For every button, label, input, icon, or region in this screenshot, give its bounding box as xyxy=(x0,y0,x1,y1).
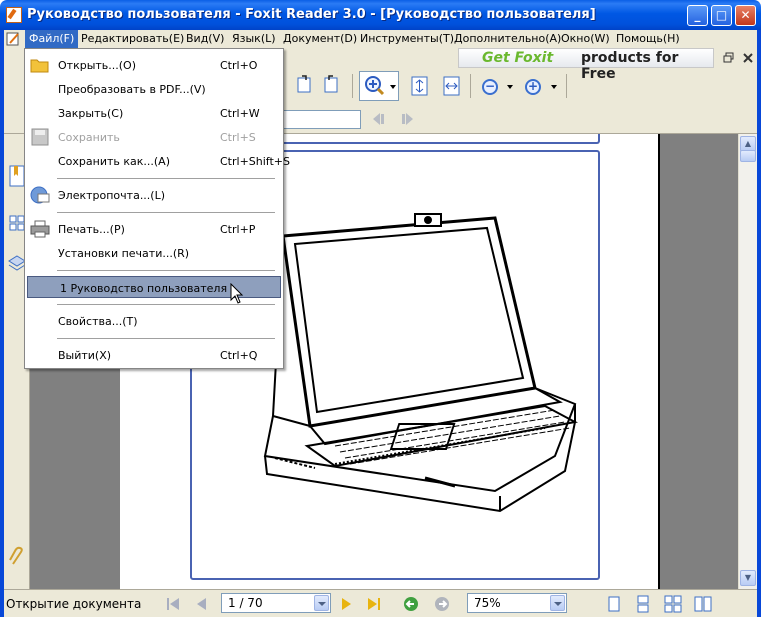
fit-page-button[interactable] xyxy=(408,74,432,98)
menu-document[interactable]: Документ(D) xyxy=(279,30,361,48)
zoom-dropdown-button[interactable] xyxy=(550,595,565,611)
zoom-value: 75% xyxy=(474,596,501,610)
maximize-button[interactable]: □ xyxy=(711,5,732,26)
find-next-icon xyxy=(402,113,413,125)
menu-item-save-as[interactable]: Сохранить как...(A) Ctrl+Shift+S xyxy=(26,150,290,172)
menu-window[interactable]: Окно(W) xyxy=(557,30,614,48)
continuous-facing-view-icon[interactable] xyxy=(693,594,713,614)
menu-language[interactable]: Язык(L) xyxy=(228,30,280,48)
menu-item-email[interactable]: Электропочта...(L) xyxy=(26,184,282,206)
menu-advanced[interactable]: Дополнительно(A) xyxy=(450,30,565,48)
first-page-icon[interactable] xyxy=(164,594,182,614)
close-button[interactable]: ✕ xyxy=(735,5,756,26)
menu-item-exit[interactable]: Выйти(X) Ctrl+Q xyxy=(26,344,282,366)
menu-edit[interactable]: Редактировать(E) xyxy=(77,30,188,48)
menu-separator xyxy=(57,338,275,339)
go-forward-icon[interactable] xyxy=(433,594,451,614)
ad-text: products for Free xyxy=(581,50,679,82)
mdi-close-button[interactable] xyxy=(741,51,755,65)
title-bar: Руководство пользователя - Foxit Reader … xyxy=(0,0,761,30)
menu-separator xyxy=(57,270,275,271)
vertical-scrollbar[interactable]: ▲ ▼ xyxy=(738,134,757,589)
single-page-view-icon[interactable] xyxy=(604,594,624,614)
mouse-cursor-icon xyxy=(230,283,244,304)
email-icon xyxy=(30,186,50,204)
menu-file[interactable]: Файл(F) xyxy=(25,30,79,48)
last-page-icon[interactable] xyxy=(365,594,383,614)
window-frame-right xyxy=(757,30,761,617)
find-previous-icon xyxy=(373,113,384,125)
zoom-in-icon[interactable]: + xyxy=(525,79,541,95)
page-number-field[interactable]: 1 / 70 xyxy=(221,593,331,613)
menu-view[interactable]: Вид(V) xyxy=(182,30,228,48)
facing-view-icon[interactable] xyxy=(663,594,683,614)
ad-banner[interactable]: Get Foxit products for Free xyxy=(458,48,714,82)
printer-icon xyxy=(30,220,50,238)
scrollbar-thumb[interactable] xyxy=(740,150,756,162)
menu-help[interactable]: Помощь(H) xyxy=(612,30,684,48)
attachments-tab-icon[interactable] xyxy=(7,546,27,570)
app-icon[interactable] xyxy=(6,7,22,23)
toolbar-separator xyxy=(470,74,471,98)
mdi-restore-button[interactable] xyxy=(722,51,736,65)
zoom-out-dropdown-icon[interactable] xyxy=(507,85,513,89)
menu-item-save[interactable]: Сохранить Ctrl+S xyxy=(26,126,282,148)
folder-icon xyxy=(30,59,49,73)
continuous-view-icon[interactable] xyxy=(633,594,653,614)
menu-tools[interactable]: Инструменты(T) xyxy=(356,30,458,48)
document-edit-icon xyxy=(6,32,19,46)
menu-item-convert-pdf[interactable]: Преобразовать в PDF...(V) xyxy=(26,78,282,100)
rotate-left-button[interactable] xyxy=(292,72,316,96)
status-bar: Открытие документа 1 / 70 75% xyxy=(4,589,757,617)
rotate-right-icon xyxy=(324,75,338,93)
status-text: Открытие документа xyxy=(6,597,142,611)
minimize-button[interactable]: _ xyxy=(687,5,708,26)
zoom-field[interactable]: 75% xyxy=(467,593,567,613)
find-previous-button[interactable] xyxy=(368,109,388,129)
zoom-out-icon[interactable]: − xyxy=(482,79,498,95)
toolbar-separator xyxy=(352,74,353,98)
scroll-down-button[interactable]: ▼ xyxy=(740,570,756,586)
page-number-value: 1 / 70 xyxy=(228,596,263,610)
next-page-icon[interactable] xyxy=(337,594,355,614)
ad-brand-text: Get Foxit xyxy=(482,50,554,66)
find-next-button[interactable] xyxy=(398,109,418,129)
menu-item-open[interactable]: Открыть...(O) Ctrl+O xyxy=(26,54,282,76)
page-dropdown-button[interactable] xyxy=(314,595,329,611)
save-icon xyxy=(31,128,49,146)
menu-separator xyxy=(57,212,275,213)
zoom-in-tool-button[interactable] xyxy=(359,71,399,101)
restore-icon xyxy=(723,52,734,63)
toolbar-separator xyxy=(566,74,567,98)
file-menu-dropdown: Открыть...(O) Ctrl+O Преобразовать в PDF… xyxy=(24,48,290,369)
fit-page-icon xyxy=(411,76,428,96)
rotate-right-button[interactable] xyxy=(319,72,343,96)
go-back-icon[interactable] xyxy=(402,594,420,614)
menu-bar: Файл(F) Редактировать(E) Вид(V) Язык(L) … xyxy=(4,30,757,48)
menu-item-close[interactable]: Закрыть(C) Ctrl+W xyxy=(26,102,282,124)
fit-width-icon xyxy=(443,76,460,96)
menu-separator xyxy=(57,178,275,179)
fit-width-button[interactable] xyxy=(440,74,464,98)
magnifier-plus-icon xyxy=(365,76,396,96)
rotate-left-icon xyxy=(297,75,311,93)
laptop-illustration xyxy=(263,213,578,513)
zoom-in-dropdown-icon[interactable] xyxy=(551,85,557,89)
previous-page-icon[interactable] xyxy=(193,594,211,614)
close-icon xyxy=(743,53,753,63)
menu-item-properties[interactable]: Свойства...(T) xyxy=(26,310,282,332)
menu-item-print-setup[interactable]: Установки печати...(R) xyxy=(26,242,282,264)
menu-item-print[interactable]: Печать...(P) Ctrl+P xyxy=(26,218,282,240)
window-title: Руководство пользователя - Foxit Reader … xyxy=(27,7,596,22)
find-input[interactable] xyxy=(283,110,361,129)
